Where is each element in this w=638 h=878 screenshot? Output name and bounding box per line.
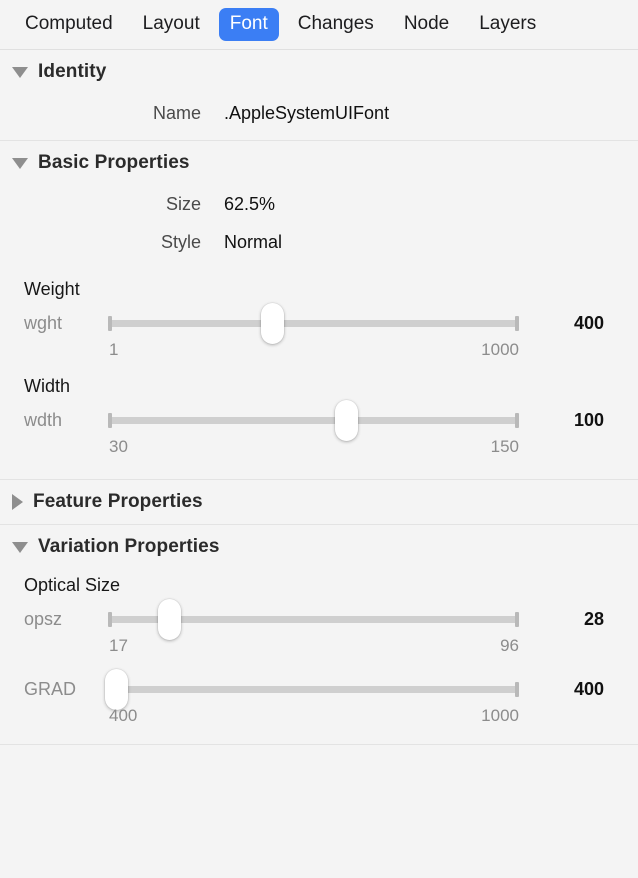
tab-font[interactable]: Font [218,8,279,41]
slider-endcap-max [515,315,519,331]
slider-thumb-opsz[interactable] [158,598,182,640]
section-header-variation-properties[interactable]: Variation Properties [0,525,638,569]
empty-bottom-pane [0,745,638,837]
tab-node[interactable]: Node [393,8,460,41]
section-title-variation-properties: Variation Properties [38,536,220,557]
slider-wdth[interactable] [108,399,519,441]
slider-group-grad: GRAD 400 400 1000 [0,666,638,736]
row-font-size: Size 62.5% [0,185,638,223]
group-title-width: Width [24,376,71,396]
slider-group-weight: Weight wght 400 1 1000 [0,273,638,370]
tab-layout[interactable]: Layout [132,8,211,41]
section-title-feature-properties: Feature Properties [33,491,203,512]
label-font-style: Style [160,231,201,252]
slider-value-wdth: 100 [573,409,604,430]
label-font-name: Name [152,102,201,123]
slider-track [108,685,519,693]
section-title-identity: Identity [38,61,107,82]
range-min-grad: 400 [109,706,138,725]
section-header-basic-properties[interactable]: Basic Properties [0,141,638,185]
tab-computed[interactable]: Computed [14,8,124,41]
range-row-grad: 400 1000 [0,706,638,736]
group-title-optical-size: Optical Size [24,575,121,595]
slider-track [108,416,519,424]
slider-row-grad: GRAD 400 [0,668,638,710]
value-font-size: 62.5% [224,193,276,214]
slider-grad[interactable] [104,668,519,710]
value-font-name: .AppleSystemUIFont [224,102,390,123]
section-header-identity[interactable]: Identity [0,50,638,94]
slider-wght[interactable] [108,302,519,344]
slider-row-wdth: wdth 100 [0,399,638,441]
range-row-wdth: 30 150 [0,437,638,467]
axis-label-wght: wght [24,312,63,333]
disclosure-triangle-right-icon[interactable] [12,494,23,510]
tab-layers[interactable]: Layers [468,8,547,41]
range-min-wght: 1 [109,340,119,359]
row-font-style: Style Normal [0,223,638,261]
inspector-tab-bar: Computed Layout Font Changes Node Layers [0,0,638,50]
range-max-grad: 1000 [481,706,519,725]
disclosure-triangle-down-icon[interactable] [12,541,28,553]
slider-group-optical-size: Optical Size opsz 28 17 96 [0,569,638,666]
disclosure-triangle-down-icon[interactable] [12,66,28,78]
range-min-opsz: 17 [109,636,128,655]
slider-thumb-wght[interactable] [260,302,284,344]
section-title-basic-properties: Basic Properties [38,152,190,173]
axis-label-grad: GRAD [24,678,77,699]
disclosure-triangle-down-icon[interactable] [12,157,28,169]
range-max-wdth: 150 [490,437,519,456]
slider-endcap-min [108,412,112,428]
slider-value-opsz: 28 [583,608,604,629]
slider-endcap-min [108,611,112,627]
axis-label-opsz: opsz [24,608,63,629]
slider-track [108,319,519,327]
label-font-size: Size [165,193,201,214]
group-title-weight: Weight [24,279,80,299]
range-row-opsz: 17 96 [0,636,638,666]
range-max-wght: 1000 [481,340,519,359]
range-max-opsz: 96 [500,636,519,655]
tab-changes[interactable]: Changes [287,8,385,41]
slider-endcap-max [515,412,519,428]
slider-endcap-max [515,681,519,697]
section-header-feature-properties[interactable]: Feature Properties [0,480,638,524]
slider-value-wght: 400 [573,312,604,333]
slider-opsz[interactable] [108,598,519,640]
slider-row-opsz: opsz 28 [0,598,638,640]
range-row-wght: 1 1000 [0,340,638,370]
range-min-wdth: 30 [109,437,128,456]
slider-endcap-max [515,611,519,627]
slider-value-grad: 400 [573,678,604,699]
slider-group-width: Width wdth 100 30 150 [0,370,638,467]
value-font-style: Normal [224,231,283,252]
slider-row-wght: wght 400 [0,302,638,344]
slider-endcap-min [108,315,112,331]
axis-label-wdth: wdth [24,409,63,430]
slider-thumb-wdth[interactable] [334,399,358,441]
row-font-name: Name .AppleSystemUIFont [0,94,638,132]
slider-thumb-grad[interactable] [104,668,128,710]
